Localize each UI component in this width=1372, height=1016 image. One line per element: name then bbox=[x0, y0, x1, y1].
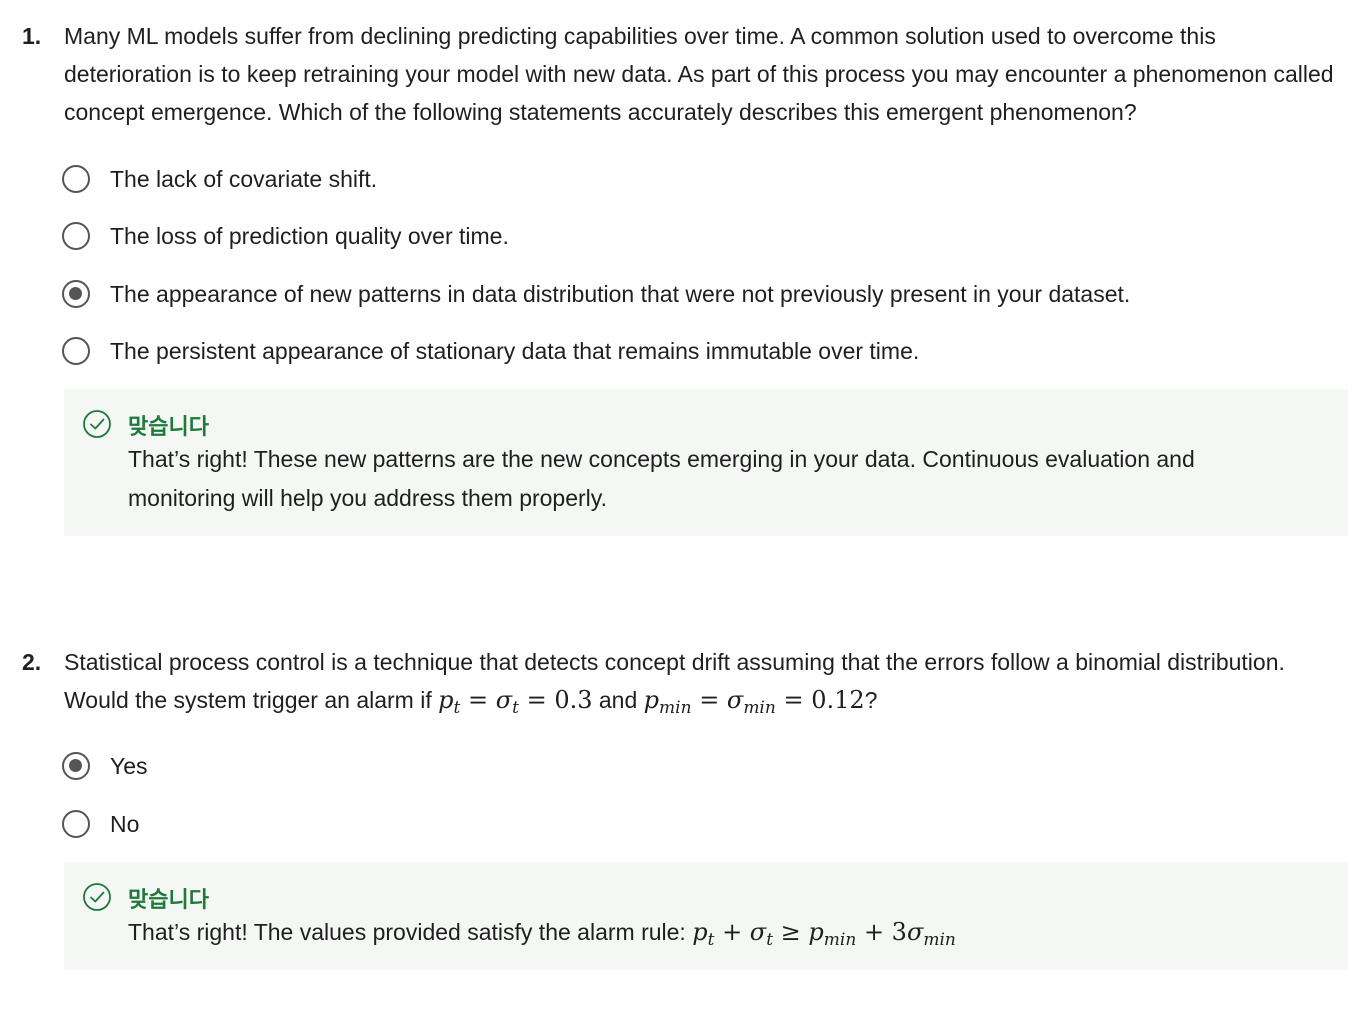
option-yes[interactable]: Yes bbox=[62, 749, 148, 783]
option-no[interactable]: No bbox=[62, 807, 139, 841]
feedback-box: 맞습니다 That’s right! These new patterns ar… bbox=[64, 389, 1348, 536]
option-4[interactable]: The persistent appearance of stationary … bbox=[62, 334, 919, 368]
feedback-text-main: That’s right! The values provided satisf… bbox=[128, 919, 686, 945]
feedback-status: 맞습니다 bbox=[128, 414, 209, 439]
option-2[interactable]: The loss of prediction quality over time… bbox=[62, 219, 509, 253]
feedback-status: 맞습니다 bbox=[128, 887, 209, 912]
feedback-box: 맞습니다 That’s right! The values provided s… bbox=[64, 862, 1348, 970]
feedback-text: That’s right! These new patterns are the… bbox=[128, 446, 1195, 511]
option-label: The lack of covariate shift. bbox=[110, 165, 378, 192]
question-text: Many ML models suffer from declining pre… bbox=[64, 23, 1334, 125]
math-alarm-rule: pt + σt ≥ pmin + 3σmin bbox=[692, 918, 956, 950]
question-text: Statistical process control is a techniq… bbox=[64, 643, 1344, 727]
option-label: The persistent appearance of stationary … bbox=[110, 337, 920, 364]
radio-button[interactable] bbox=[62, 222, 90, 250]
option-label: No bbox=[110, 810, 140, 837]
check-circle-icon bbox=[83, 410, 111, 438]
question-number: 2. bbox=[22, 649, 42, 675]
radio-button[interactable] bbox=[62, 165, 90, 193]
radio-button[interactable] bbox=[62, 810, 90, 838]
check-circle-icon bbox=[83, 883, 111, 911]
math-condition-min: pmin = σmin = 0.12 bbox=[643, 686, 865, 718]
math-condition-current: pt = σt = 0.3 bbox=[438, 686, 593, 718]
question-text-and: and bbox=[598, 687, 638, 713]
feedback-text: That’s right! The values provided satisf… bbox=[128, 913, 1298, 960]
option-label: The appearance of new patterns in data d… bbox=[110, 280, 1131, 307]
option-3[interactable]: The appearance of new patterns in data d… bbox=[62, 277, 1130, 311]
option-label: The loss of prediction quality over time… bbox=[110, 222, 509, 249]
option-1[interactable]: The lack of covariate shift. bbox=[62, 162, 377, 196]
option-label: Yes bbox=[110, 752, 148, 779]
question-number: 1. bbox=[22, 23, 42, 49]
question-text-end: ? bbox=[864, 687, 878, 713]
radio-button[interactable] bbox=[62, 337, 90, 365]
radio-button-selected[interactable] bbox=[62, 280, 90, 308]
radio-button-selected[interactable] bbox=[62, 752, 90, 780]
